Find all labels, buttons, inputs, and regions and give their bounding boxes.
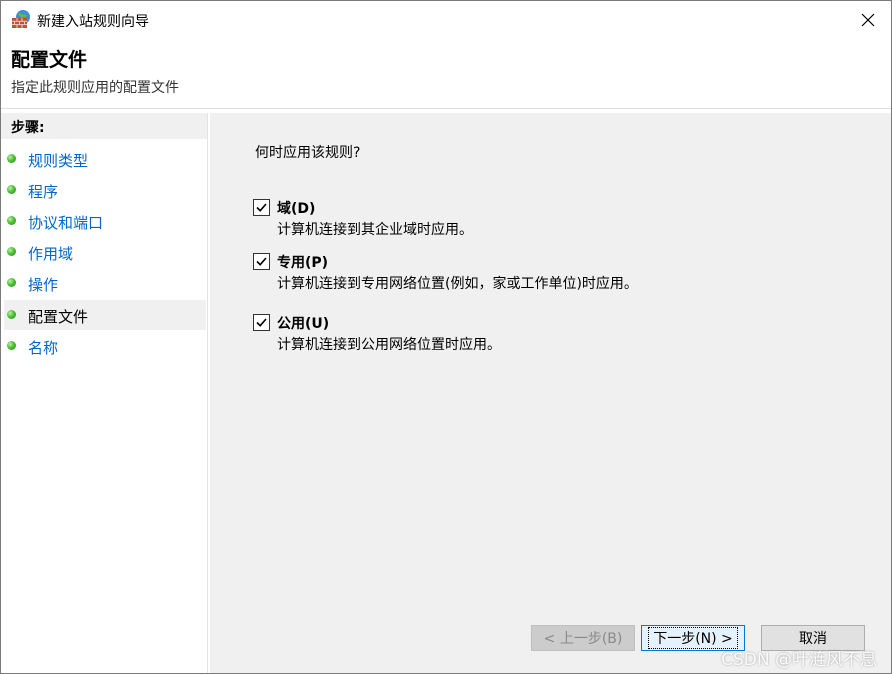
option-public: 公用(U) 计算机连接到公用网络位置时应用。: [253, 313, 853, 355]
main-panel: 何时应用该规则? 域(D) 计算机连接到其企业域时应用。 专用(P) 计算机连接…: [210, 113, 891, 673]
wizard-window: 新建入站规则向导 配置文件 指定此规则应用的配置文件 步骤: 规则类型 程序 协…: [0, 0, 892, 674]
green-dot-icon: [7, 216, 16, 225]
step-label: 作用域: [28, 245, 74, 263]
domain-label: 域(D): [277, 201, 316, 217]
step-action[interactable]: 操作: [4, 268, 206, 298]
green-dot-icon: [7, 310, 16, 319]
green-dot-icon: [7, 341, 16, 350]
page-subtitle: 指定此规则应用的配置文件: [11, 80, 179, 96]
checkmark-icon: [256, 203, 267, 212]
step-label: 规则类型: [28, 152, 89, 170]
steps-heading: 步骤:: [1, 113, 207, 139]
checkmark-icon: [256, 257, 267, 266]
step-program[interactable]: 程序: [4, 175, 206, 205]
private-label: 专用(P): [277, 255, 329, 271]
firewall-icon: [11, 9, 33, 29]
step-label: 协议和端口: [28, 214, 104, 232]
close-button[interactable]: [845, 1, 891, 39]
public-description: 计算机连接到公用网络位置时应用。: [277, 337, 501, 353]
close-icon: [861, 13, 875, 27]
question-label: 何时应用该规则?: [255, 145, 361, 161]
next-button-label: 下一步(N) >: [648, 627, 738, 649]
green-dot-icon: [7, 154, 16, 163]
title-bar: 新建入站规则向导: [1, 1, 891, 39]
steps-heading-label: 步骤:: [11, 120, 45, 136]
public-checkbox[interactable]: [253, 314, 270, 331]
cancel-button[interactable]: 取消: [761, 625, 865, 651]
green-dot-icon: [7, 278, 16, 287]
step-name[interactable]: 名称: [4, 331, 206, 361]
step-profile: 配置文件: [4, 300, 206, 330]
domain-description: 计算机连接到其企业域时应用。: [277, 222, 473, 238]
checkmark-icon: [256, 318, 267, 327]
step-protocol-ports[interactable]: 协议和端口: [4, 206, 206, 236]
step-label: 操作: [28, 276, 59, 294]
green-dot-icon: [7, 247, 16, 256]
page-header: 配置文件 指定此规则应用的配置文件: [1, 39, 891, 109]
step-label: 程序: [28, 183, 59, 201]
domain-checkbox[interactable]: [253, 199, 270, 216]
option-domain: 域(D) 计算机连接到其企业域时应用。: [253, 198, 853, 240]
public-label: 公用(U): [277, 316, 330, 332]
page-title: 配置文件: [11, 49, 88, 71]
step-label: 名称: [28, 339, 59, 357]
private-description: 计算机连接到专用网络位置(例如，家或工作单位)时应用。: [277, 276, 638, 292]
step-label: 配置文件: [28, 308, 89, 326]
step-scope[interactable]: 作用域: [4, 237, 206, 267]
steps-sidebar: 步骤: 规则类型 程序 协议和端口 作用域 操作 配置文件 名称: [1, 113, 208, 673]
next-button[interactable]: 下一步(N) >: [641, 625, 745, 651]
window-title: 新建入站规则向导: [37, 14, 149, 30]
green-dot-icon: [7, 185, 16, 194]
private-checkbox[interactable]: [253, 253, 270, 270]
step-rule-type[interactable]: 规则类型: [4, 144, 206, 174]
option-private: 专用(P) 计算机连接到专用网络位置(例如，家或工作单位)时应用。: [253, 252, 853, 294]
back-button[interactable]: < 上一步(B): [531, 625, 635, 651]
